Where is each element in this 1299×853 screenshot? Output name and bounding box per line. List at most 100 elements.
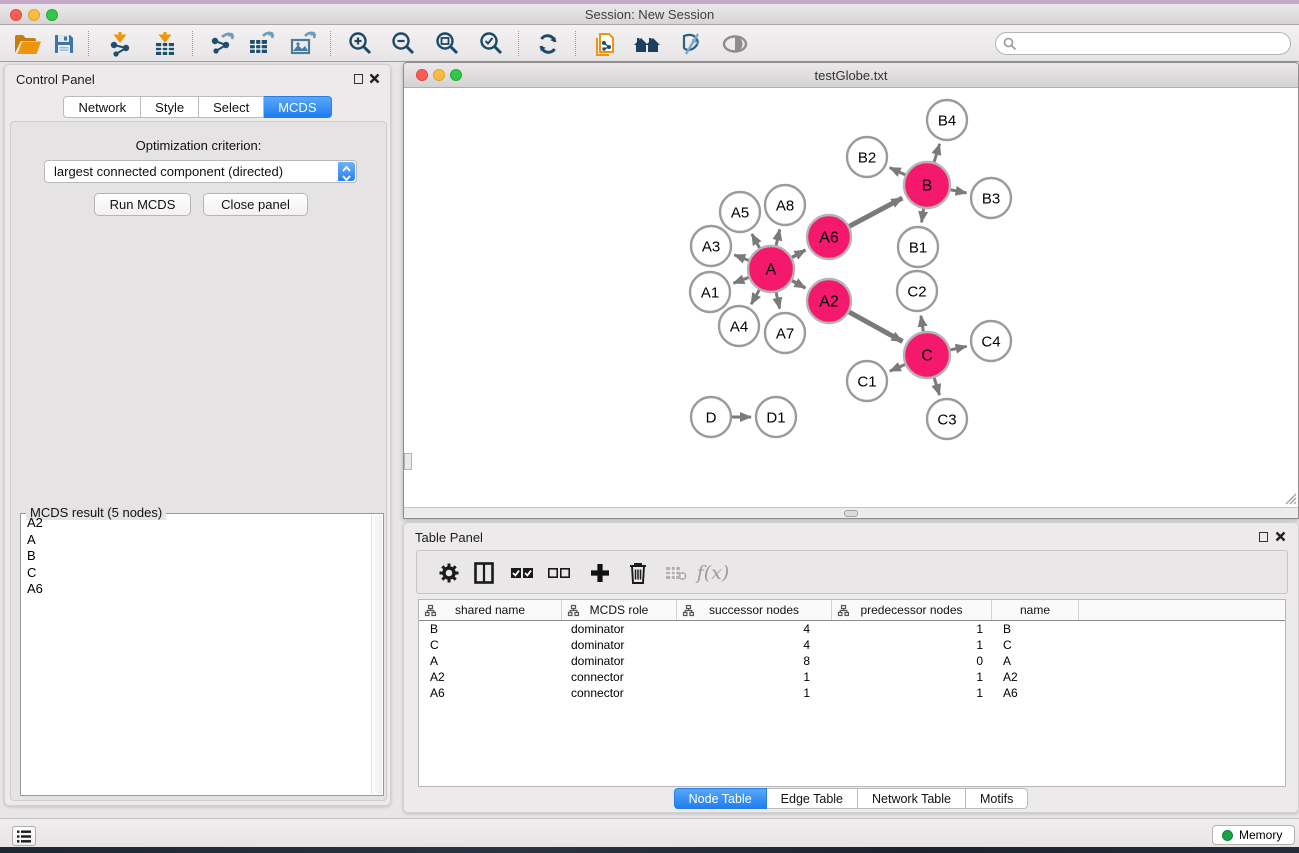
graph-edge-C-C2[interactable] <box>921 316 924 334</box>
close-table-panel-icon[interactable] <box>1275 531 1286 542</box>
column-header-predecessor-nodes[interactable]: predecessor nodes <box>832 600 992 620</box>
clone-network-icon[interactable] <box>588 30 622 58</box>
graph-edge-A-A6[interactable] <box>790 250 805 258</box>
delete-column-icon[interactable] <box>623 558 653 588</box>
zoom-in-icon[interactable] <box>344 30 378 58</box>
refresh-icon[interactable] <box>531 30 565 58</box>
settings-gear-icon[interactable] <box>434 558 464 588</box>
graph-node-A1[interactable]: A1 <box>690 272 730 312</box>
zoom-fit-icon[interactable] <box>431 30 465 58</box>
tab-mcds[interactable]: MCDS <box>264 96 331 118</box>
graph-edge-A-A5[interactable] <box>752 234 761 250</box>
close-panel-icon[interactable] <box>369 73 380 84</box>
graph-edge-A-A3[interactable] <box>734 255 750 261</box>
search-input[interactable] <box>995 32 1291 55</box>
graph-node-B4[interactable]: B4 <box>927 100 967 140</box>
graph-edge-C-C4[interactable] <box>949 346 967 350</box>
mcds-result-item[interactable]: A2 <box>22 515 371 532</box>
tab-network[interactable]: Network <box>63 96 141 118</box>
graph-node-C4[interactable]: C4 <box>971 321 1011 361</box>
result-scrollbar[interactable] <box>371 515 382 794</box>
tab-select[interactable]: Select <box>199 96 264 118</box>
table-row[interactable]: A6connector11A6 <box>419 685 1285 701</box>
graph-node-A3[interactable]: A3 <box>691 226 731 266</box>
graph-edge-A-A7[interactable] <box>776 291 780 309</box>
close-panel-button[interactable]: Close panel <box>203 193 308 216</box>
export-image-icon[interactable] <box>286 30 320 58</box>
zoom-selected-icon[interactable] <box>475 30 509 58</box>
import-network-icon[interactable] <box>103 30 137 58</box>
add-column-icon[interactable] <box>585 558 615 588</box>
mcds-result-item[interactable]: B <box>22 548 371 565</box>
save-session-icon[interactable] <box>47 30 81 58</box>
graph-node-C2[interactable]: C2 <box>897 271 937 311</box>
window-resize-grip[interactable] <box>1282 490 1297 505</box>
mcds-result-item[interactable]: C <box>22 565 371 582</box>
select-all-icon[interactable] <box>507 558 537 588</box>
tab-network-table[interactable]: Network Table <box>858 788 966 809</box>
mcds-result-item[interactable]: A <box>22 532 371 549</box>
select-none-icon[interactable] <box>544 558 574 588</box>
mcds-result-item[interactable]: A6 <box>22 581 371 598</box>
graph-node-C1[interactable]: C1 <box>847 361 887 401</box>
graph-node-B3[interactable]: B3 <box>971 178 1011 218</box>
graph-node-B1[interactable]: B1 <box>898 227 938 267</box>
graph-node-A4[interactable]: A4 <box>719 306 759 346</box>
memory-button[interactable]: Memory <box>1212 825 1295 845</box>
graph-node-B[interactable]: B <box>904 162 950 208</box>
graph-edge-B-B1[interactable] <box>922 207 924 223</box>
graph-node-A6[interactable]: A6 <box>807 215 851 259</box>
tab-edge-table[interactable]: Edge Table <box>767 788 858 809</box>
zoom-out-icon[interactable] <box>387 30 421 58</box>
graph-edge-A-A4[interactable] <box>751 288 760 304</box>
float-table-panel-icon[interactable] <box>1259 532 1268 542</box>
graph-edge-B-B2[interactable] <box>890 168 907 176</box>
panel-list-button[interactable] <box>12 826 36 846</box>
export-network-icon[interactable] <box>205 30 239 58</box>
table-row[interactable]: A2connector11A2 <box>419 669 1285 685</box>
graphics-details-icon[interactable] <box>674 30 708 58</box>
graph-node-A7[interactable]: A7 <box>765 313 805 353</box>
export-table-icon[interactable] <box>244 30 278 58</box>
run-mcds-button[interactable]: Run MCDS <box>94 193 191 216</box>
graph-edge-C-C3[interactable] <box>934 376 940 395</box>
network-horizontal-scrollbar[interactable] <box>404 507 1298 518</box>
column-header-name[interactable]: name <box>992 600 1079 620</box>
graph-node-B2[interactable]: B2 <box>847 137 887 177</box>
column-header-MCDS-role[interactable]: MCDS role <box>562 600 677 620</box>
graph-node-D1[interactable]: D1 <box>756 397 796 437</box>
tab-node-table[interactable]: Node Table <box>674 788 767 809</box>
open-file-icon[interactable] <box>11 30 45 58</box>
graph-node-C[interactable]: C <box>904 332 950 378</box>
tab-style[interactable]: Style <box>141 96 199 118</box>
import-table-icon[interactable] <box>148 30 182 58</box>
graph-edge-A2-C[interactable] <box>847 311 902 341</box>
graph-edge-B-B4[interactable] <box>934 144 940 164</box>
float-panel-icon[interactable] <box>354 74 363 84</box>
network-left-scroll-handle[interactable] <box>404 453 412 470</box>
network-scroll-thumb[interactable] <box>844 510 858 517</box>
graph-edge-A-A1[interactable] <box>733 277 750 283</box>
graph-edge-A-A8[interactable] <box>776 229 780 247</box>
graph-node-A[interactable]: A <box>748 246 794 292</box>
table-row[interactable]: Adominator80A <box>419 653 1285 669</box>
column-browser-icon[interactable] <box>469 558 499 588</box>
graph-edge-A6-B[interactable] <box>848 198 903 227</box>
network-canvas[interactable]: A A1 A2 A3 A4 A5 A6 A7 A8 B B1 B2 B3B4 C C1 C2 C3C4 D D1 <box>404 88 1298 508</box>
eye-icon[interactable] <box>718 30 752 58</box>
tab-motifs[interactable]: Motifs <box>966 788 1028 809</box>
graph-edge-C-C1[interactable] <box>890 364 907 371</box>
graph-node-C3[interactable]: C3 <box>927 399 967 439</box>
criterion-dropdown[interactable]: largest connected component (directed) <box>44 160 357 183</box>
graph-edge-B-B3[interactable] <box>949 189 967 193</box>
column-header-successor-nodes[interactable]: successor nodes <box>677 600 832 620</box>
graph-edge-A-A2[interactable] <box>790 280 805 288</box>
graph-node-A2[interactable]: A2 <box>807 279 851 323</box>
graph-node-D[interactable]: D <box>691 397 731 437</box>
graph-node-A5[interactable]: A5 <box>720 192 760 232</box>
home-icon[interactable] <box>630 30 664 58</box>
column-header-shared-name[interactable]: shared name <box>419 600 562 620</box>
graph-node-A8[interactable]: A8 <box>765 185 805 225</box>
table-row[interactable]: Cdominator41C <box>419 637 1285 653</box>
table-row[interactable]: Bdominator41B <box>419 621 1285 637</box>
